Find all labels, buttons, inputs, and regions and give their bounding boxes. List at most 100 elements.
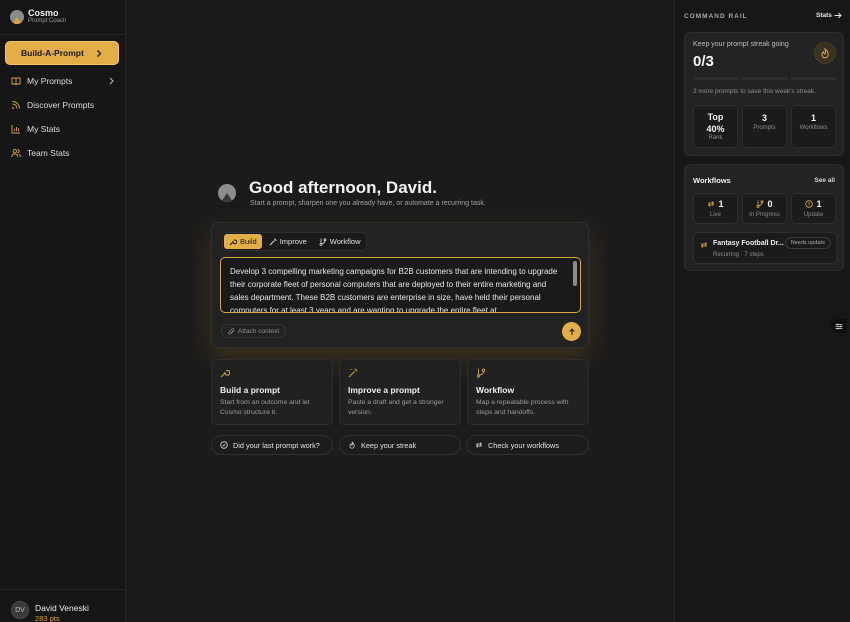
workflow-stat-in-progress[interactable]: 0 In Progress [742,193,787,224]
rss-icon [12,101,20,109]
git-branch-icon [319,237,327,246]
rail-toggle-button[interactable] [831,319,847,333]
chip-last-prompt-check[interactable]: Did your last prompt work? [211,435,333,455]
wrench-icon [220,369,230,378]
workflow-item-meta: Recurring · 7 steps [713,252,764,258]
card-title: Improve a prompt [348,385,420,395]
prompt-text: Develop 3 compelling marketing campaigns… [230,267,558,313]
sidebar-item-my-prompts[interactable]: My Prompts [11,74,115,88]
tab-improve[interactable]: Improve [264,234,312,249]
arrow-up-icon [568,327,575,335]
paperclip-icon [228,327,235,335]
brand-subtitle: Prompt Coach [28,18,67,24]
streak-progress-segment [742,77,788,80]
main-content: Good afternoon, David. Start a prompt, s… [126,0,674,622]
flame-icon [821,47,829,58]
workflow-item[interactable]: Fantasy Football Dr... Recurring · 7 ste… [693,232,837,264]
workflow-stat-live[interactable]: 1 Live [693,193,738,224]
prompt-scrollbar[interactable] [573,261,577,286]
streak-panel: Keep your prompt streak going 0/3 3 more… [684,32,844,156]
card-description: Map a repeatable process with steps and … [476,399,569,416]
user-points: 283 pts [35,614,60,622]
stat-label: Workflows [799,125,828,131]
card-title: Workflow [476,385,515,395]
build-a-prompt-button[interactable]: Build-A-Prompt [5,41,119,65]
workflows-title: Workflows [693,176,731,185]
flame-icon [349,441,355,449]
user-name: David Veneski [35,603,89,613]
git-branch-icon [476,368,486,378]
sidebar-item-discover-prompts[interactable]: Discover Prompts [11,98,115,112]
sidebar: Cosmo Prompt Coach Build-A-Prompt My Pro… [0,0,126,622]
chevron-right-icon [97,50,102,57]
streak-label: Keep your prompt streak going [693,41,789,48]
rail-title: COMMAND RAIL [684,13,748,20]
card-build-a-prompt[interactable]: Build a prompt Start from an outcome and… [211,359,333,425]
streak-progress [693,77,837,80]
card-improve-a-prompt[interactable]: Improve a prompt Paste a draft and get a… [339,359,461,425]
see-all-link[interactable]: See all [814,177,835,184]
page-title: Good afternoon, David. [249,178,437,197]
magic-wand-icon [348,368,358,378]
status-badge: Needs update [784,237,831,249]
bar-chart-icon [11,125,20,134]
workflow-stat-update[interactable]: 1 Update [791,193,836,224]
card-workflow[interactable]: Workflow Map a repeatable process with s… [467,359,589,425]
chip-check-workflows[interactable]: Check your workflows [466,435,589,455]
tab-build[interactable]: Build [224,234,262,249]
brand[interactable]: Cosmo Prompt Coach [10,9,66,25]
cosmo-avatar-icon [218,184,236,202]
cosmo-logo-icon [10,10,24,24]
attach-context-button[interactable]: Attach context [221,324,287,338]
streak-progress-segment [791,77,837,80]
streak-flame-badge [814,42,836,64]
streak-count: 0/3 [693,53,714,70]
sidebar-item-my-stats[interactable]: My Stats [11,122,115,136]
stat-rank: Top 40% Rank [693,105,738,148]
repeat-icon [700,242,708,248]
stat-prompts: 3 Prompts [742,105,787,148]
check-circle-icon [220,441,228,449]
users-icon [11,149,21,158]
repeat-icon [475,442,483,448]
sidebar-item-label: My Stats [27,124,61,134]
prompt-input[interactable]: Develop 3 compelling marketing campaigns… [220,257,581,313]
user-profile[interactable]: DV David Veneski 283 pts [0,589,125,622]
streak-note: 3 more prompts to save this week's strea… [693,88,816,95]
tab-label: Workflow [329,237,361,246]
mode-tabs: Build Improve Workflow [222,232,368,251]
card-description: Paste a draft and get a stronger version… [348,399,444,416]
alert-circle-icon [805,200,814,208]
rail-stats-label: Stats [816,12,832,19]
avatar: DV [11,601,29,619]
git-branch-icon [757,200,764,208]
workflow-stat-value: 0 [767,199,773,209]
sidebar-item-label: My Prompts [27,76,73,86]
page-subtitle: Start a prompt, sharpen one you already … [250,200,486,207]
sidebar-item-label: Discover Prompts [27,100,95,110]
tab-label: Improve [279,237,307,246]
workflow-stat-label: Update [803,212,824,218]
chevron-right-icon [109,77,114,85]
workflow-stat-label: In Progress [749,212,780,218]
chip-keep-streak[interactable]: Keep your streak [339,435,461,455]
stat-label: Rank [708,135,723,141]
chip-label: Keep your streak [361,440,417,450]
streak-progress-segment [693,77,739,80]
card-title: Build a prompt [220,385,280,395]
tab-workflow[interactable]: Workflow [314,234,366,249]
send-button[interactable] [562,322,581,341]
chip-label: Check your workflows [488,440,559,450]
stat-value: Top [707,112,724,122]
tab-label: Build [240,237,257,246]
sidebar-item-team-stats[interactable]: Team Stats [11,146,115,160]
stat-workflows: 1 Workflows [791,105,836,148]
sidebar-item-label: Team Stats [27,148,70,158]
prompt-composer: Build Improve Workflow Develop 3 compell… [211,222,589,348]
card-description: Start from an outcome and let Cosmo stru… [220,399,310,416]
magic-wand-icon [269,238,277,245]
build-a-prompt-label: Build-A-Prompt [21,48,84,58]
rail-stats-link[interactable]: Stats [816,12,842,19]
stat-value: 1 [810,113,816,123]
workflow-stat-value: 1 [816,199,822,209]
